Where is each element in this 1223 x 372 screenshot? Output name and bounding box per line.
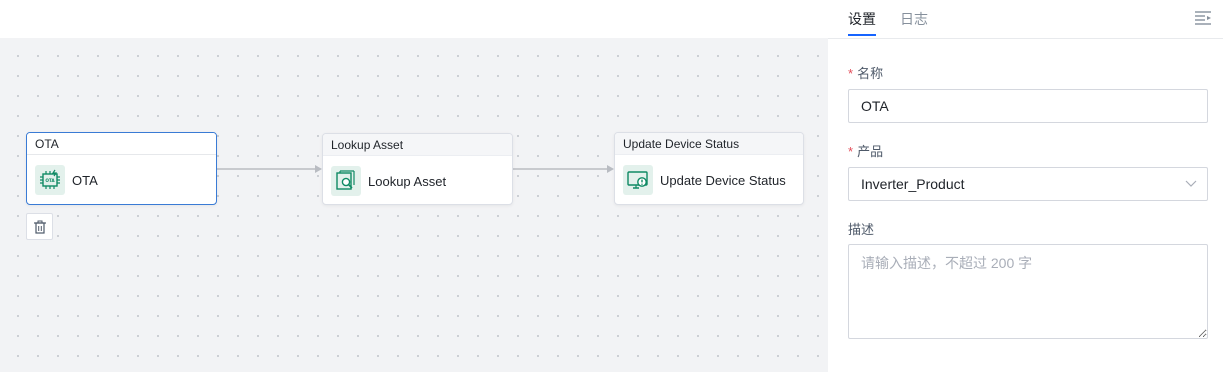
flow-canvas[interactable]: OTA OTA OTA Lookup Asset Lookup Asset Up… [0,0,828,372]
node-body: OTA OTA [27,155,216,204]
description-textarea[interactable] [848,244,1208,339]
node-label: Update Device Status [660,172,786,188]
panel-tabs: 设置 日志 [828,0,1223,39]
description-label-text: 描述 [848,222,875,237]
trash-icon [33,220,46,234]
edge-ota-to-lookup-asset[interactable] [217,165,322,173]
product-select[interactable]: Inverter_Product [848,167,1208,201]
collapse-panel-icon[interactable] [1194,10,1212,26]
flow-node-lookup-asset[interactable]: Lookup Asset Lookup Asset [322,133,513,205]
properties-panel: 设置 日志 * 名称 OTA * 产品 Inverter_Product 描述 [828,0,1223,372]
chevron-down-icon [1185,180,1197,187]
required-mark: * [848,144,854,159]
tab-settings[interactable]: 设置 [848,9,876,29]
node-body: Lookup Asset [323,156,512,204]
product-field-label: * 产品 [848,141,883,160]
edge-lookup-asset-to-update-status[interactable] [513,165,614,173]
node-body: Update Device Status [615,155,803,204]
product-label-text: 产品 [857,144,884,159]
node-label: Lookup Asset [368,173,447,189]
name-label-text: 名称 [857,66,884,81]
active-tab-indicator [848,34,876,36]
name-field-label: * 名称 [848,63,883,82]
node-header: Update Device Status [615,133,803,155]
flow-node-update-device-status[interactable]: Update Device Status Update Device Statu… [614,132,804,205]
node-label: OTA [72,172,98,188]
required-mark: * [848,66,854,81]
chip-ota-icon: OTA [35,165,65,195]
svg-text:OTA: OTA [45,178,55,183]
name-input-value: OTA [861,98,889,114]
flow-node-ota[interactable]: OTA OTA OTA [26,132,217,205]
delete-node-button[interactable] [26,213,53,240]
asset-search-icon [331,166,361,196]
name-input[interactable]: OTA [848,89,1208,123]
node-header: Lookup Asset [323,134,512,156]
monitor-status-icon [623,165,653,195]
tab-logs[interactable]: 日志 [900,9,928,29]
description-field-label: 描述 [848,219,874,238]
product-select-value: Inverter_Product [861,176,965,192]
node-header: OTA [27,133,216,155]
